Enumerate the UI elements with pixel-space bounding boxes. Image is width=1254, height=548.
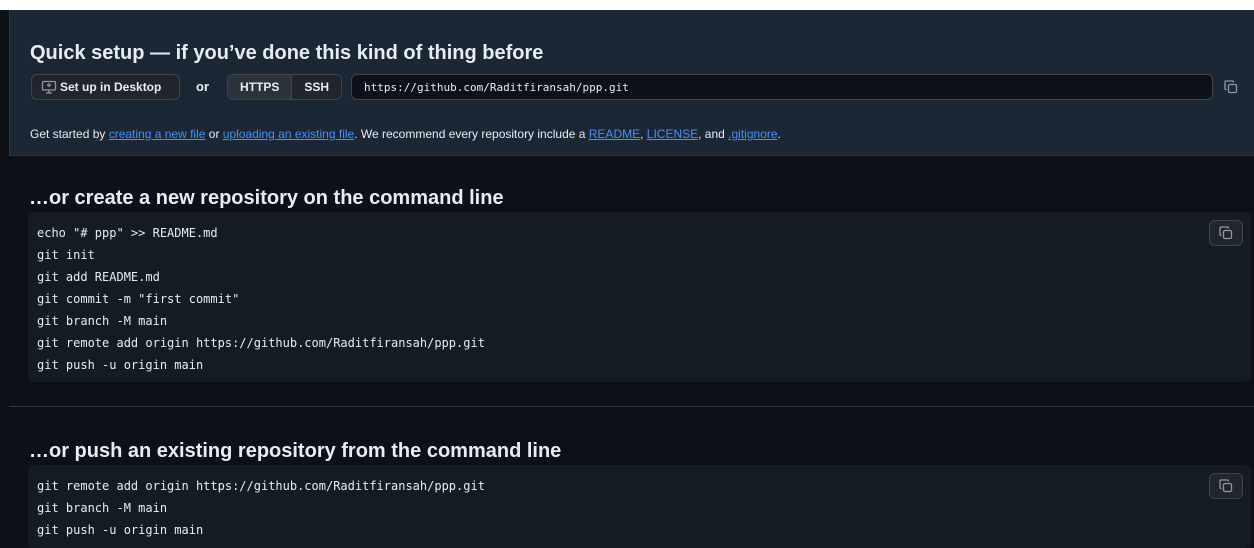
command-line: git branch -M main: [37, 501, 168, 515]
upload-existing-file-link[interactable]: uploading an existing file: [223, 127, 354, 141]
protocol-toggle: HTTPS SSH: [227, 74, 342, 100]
push-repo-commands: git remote add origin https://github.com…: [37, 475, 485, 541]
desktop-icon: [41, 80, 57, 94]
license-link[interactable]: LICENSE: [647, 127, 698, 141]
copy-icon: [1224, 80, 1238, 94]
section-divider: [9, 406, 1254, 407]
create-repo-title: …or create a new repository on the comma…: [29, 187, 504, 209]
command-line: git add README.md: [37, 270, 160, 284]
command-line: git branch -M main: [37, 314, 168, 328]
setup-desktop-label: Set up in Desktop: [60, 80, 162, 94]
get-started-text-part: .: [777, 127, 781, 141]
get-started-text-part: or: [205, 127, 223, 141]
quick-setup-title: Quick setup — if you’ve done this kind o…: [30, 42, 544, 64]
push-repo-title: …or push an existing repository from the…: [29, 440, 562, 462]
command-line: git push -u origin main: [37, 358, 204, 372]
command-line: git push -u origin main: [37, 523, 204, 537]
clone-controls: Set up in Desktop or HTTPS SSH: [31, 74, 1245, 100]
create-new-file-link[interactable]: creating a new file: [109, 127, 206, 141]
get-started-text: Get started by creating a new file or up…: [30, 127, 781, 141]
command-line: echo "# ppp" >> README.md: [37, 226, 218, 240]
or-label: or: [196, 79, 209, 94]
setup-desktop-button[interactable]: Set up in Desktop: [31, 74, 180, 100]
protocol-ssh-button[interactable]: SSH: [292, 75, 341, 99]
top-strip: [0, 0, 1254, 10]
copy-url-button[interactable]: [1217, 74, 1245, 100]
command-line: git remote add origin https://github.com…: [37, 336, 485, 350]
get-started-text-part: ,: [640, 127, 647, 141]
get-started-text-part: , and: [698, 127, 729, 141]
copy-create-commands-button[interactable]: [1209, 220, 1243, 246]
quick-setup-panel: Quick setup — if you’ve done this kind o…: [9, 10, 1254, 155]
get-started-text-part: . We recommend every repository include …: [354, 127, 589, 141]
readme-link[interactable]: README: [589, 127, 640, 141]
protocol-https-button[interactable]: HTTPS: [228, 75, 293, 99]
command-line: git remote add origin https://github.com…: [37, 479, 485, 493]
clone-url-input[interactable]: [351, 74, 1213, 100]
copy-push-commands-button[interactable]: [1209, 473, 1243, 499]
get-started-text-part: Get started by: [30, 127, 109, 141]
copy-icon: [1219, 226, 1233, 240]
command-line: git commit -m "first commit": [37, 292, 240, 306]
section-divider: [9, 155, 1254, 156]
push-repo-code-block: git remote add origin https://github.com…: [28, 465, 1251, 548]
create-repo-commands: echo "# ppp" >> README.md git init git add…: [37, 222, 485, 376]
copy-icon: [1219, 479, 1233, 493]
gitignore-link[interactable]: .gitignore: [728, 127, 777, 141]
create-repo-code-block: echo "# ppp" >> README.md git init git add…: [28, 212, 1251, 382]
command-line: git init: [37, 248, 95, 262]
